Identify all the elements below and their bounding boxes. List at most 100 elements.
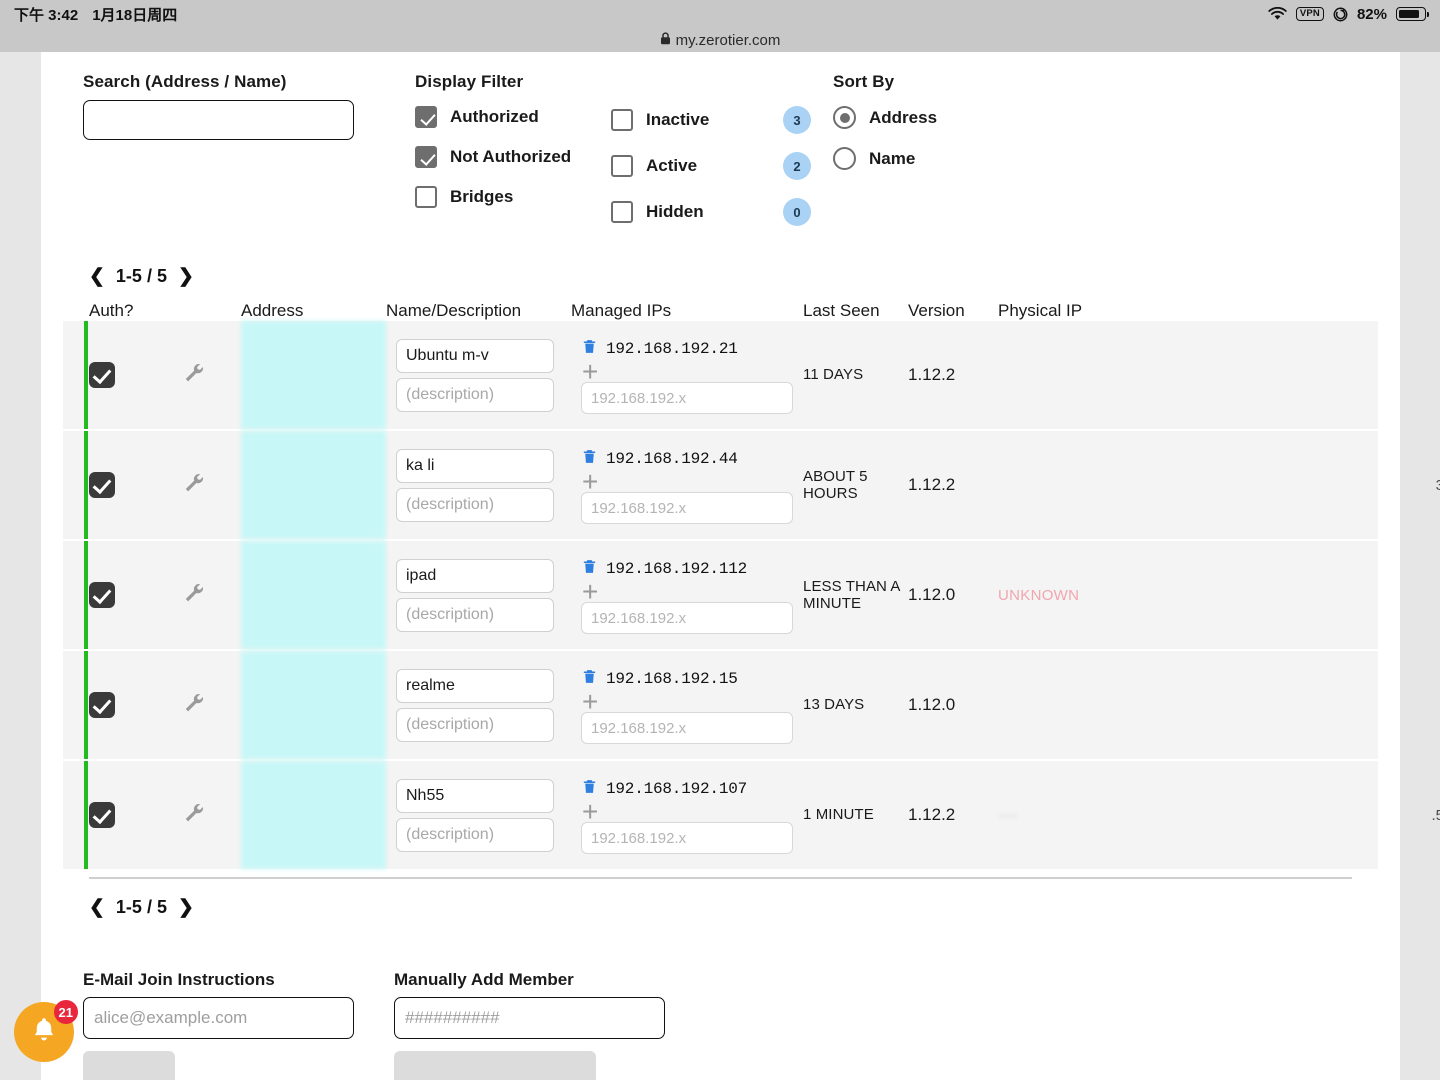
pagination-next-icon[interactable]: ❯: [178, 898, 194, 917]
pagination-next-icon[interactable]: ❯: [178, 267, 194, 286]
member-auth-cell[interactable]: [89, 692, 181, 718]
browser-url-bar[interactable]: my.zerotier.com: [0, 28, 1440, 52]
member-authorized-checkbox[interactable]: [89, 472, 115, 498]
member-auth-cell[interactable]: [89, 472, 181, 498]
bell-icon: [29, 1015, 59, 1050]
battery-icon: [1396, 7, 1430, 21]
member-description-input[interactable]: [396, 707, 554, 742]
member-actions-cell: [1118, 361, 1440, 389]
column-header-address: Address: [241, 301, 304, 320]
member-name-cell: [386, 668, 571, 742]
member-settings-cell[interactable]: [181, 361, 241, 390]
add-managed-ip-input[interactable]: [581, 712, 793, 744]
table-row[interactable]: 192.168.192.112 + LESS THAN A MINUTE 1.1…: [63, 541, 1378, 649]
wrench-icon[interactable]: [181, 471, 205, 500]
member-authorized-checkbox[interactable]: [89, 692, 115, 718]
member-authorized-checkbox[interactable]: [89, 582, 115, 608]
notification-fab[interactable]: 21: [14, 1000, 78, 1062]
member-name-input[interactable]: [396, 778, 554, 813]
member-authorized-checkbox[interactable]: [89, 362, 115, 388]
member-settings-cell[interactable]: [181, 801, 241, 830]
member-physical-ip-fragment: 3: [1435, 476, 1440, 494]
member-actions-cell: [1118, 691, 1440, 719]
pagination-prev-icon[interactable]: ❮: [89, 898, 105, 917]
member-managed-ip: 192.168.192.107: [606, 780, 748, 798]
add-managed-ip-icon[interactable]: +: [581, 468, 598, 496]
wrench-icon[interactable]: [181, 801, 205, 830]
member-name-input[interactable]: [396, 558, 554, 593]
member-description-input[interactable]: [396, 817, 554, 852]
add-managed-ip-input[interactable]: [581, 492, 793, 524]
member-last-seen-cell: 13 DAYS: [803, 696, 865, 714]
checkbox-not-authorized[interactable]: [415, 146, 437, 168]
add-managed-ip-icon[interactable]: +: [581, 578, 598, 606]
table-row[interactable]: 192.168.192.21 + 11 DAYS 1.12.2: [63, 321, 1378, 429]
member-name-input[interactable]: [396, 668, 554, 703]
member-actions-cell: [1118, 581, 1440, 609]
filters-section: Search (Address / Name) Display Filter A…: [63, 52, 1378, 226]
member-settings-cell[interactable]: [181, 471, 241, 500]
filter-inactive[interactable]: Inactive 3: [611, 106, 811, 134]
member-name-cell: [386, 338, 571, 412]
checkbox-authorized[interactable]: [415, 106, 437, 128]
column-header-auth: Auth?: [89, 301, 134, 320]
member-managed-ip: 192.168.192.21: [606, 340, 738, 358]
add-managed-ip-input[interactable]: [581, 822, 793, 854]
sort-option-name[interactable]: Name: [833, 147, 1083, 170]
member-auth-cell[interactable]: [89, 582, 181, 608]
table-row[interactable]: 192.168.192.15 + 13 DAYS 1.12.0: [63, 651, 1378, 759]
display-filter-title: Display Filter: [415, 72, 524, 91]
search-input[interactable]: [83, 100, 354, 140]
member-description-input[interactable]: [396, 377, 554, 412]
pagination-prev-icon[interactable]: ❮: [89, 267, 105, 286]
member-settings-cell[interactable]: [181, 581, 241, 610]
table-row[interactable]: 192.168.192.44 + ABOUT 5 HOURS 1.12.2 3: [63, 431, 1440, 539]
add-managed-ip-input[interactable]: [581, 382, 793, 414]
sort-option-address[interactable]: Address: [833, 106, 1083, 129]
add-managed-ip-icon[interactable]: +: [581, 798, 598, 826]
column-header-physical-ip: Physical IP: [998, 301, 1083, 320]
member-authorized-checkbox[interactable]: [89, 802, 115, 828]
radio-address[interactable]: [833, 106, 856, 129]
manual-add-input[interactable]: [394, 997, 665, 1039]
member-name-input[interactable]: [396, 338, 554, 373]
column-header-last-seen: Last Seen: [803, 301, 880, 320]
add-managed-ip-input[interactable]: [581, 602, 793, 634]
member-version-cell: 1.12.2: [908, 805, 956, 824]
wrench-icon[interactable]: [181, 691, 205, 720]
wrench-icon[interactable]: [181, 361, 205, 390]
member-description-input[interactable]: [396, 487, 554, 522]
member-managed-ips-cell: 192.168.192.21 +: [571, 336, 803, 414]
filter-hidden[interactable]: Hidden 0: [611, 198, 811, 226]
pagination-range-bottom: 1-5 / 5: [115, 897, 167, 917]
filter-authorized[interactable]: Authorized: [415, 106, 611, 128]
column-header-version: Version: [908, 301, 965, 320]
radio-name[interactable]: [833, 147, 856, 170]
manual-add-submit-button[interactable]: [394, 1051, 596, 1080]
table-row[interactable]: 192.168.192.107 + 1 MINUTE 1.12.2 ····: [63, 761, 1440, 869]
filter-not-authorized[interactable]: Not Authorized: [415, 146, 611, 168]
email-join-input[interactable]: [83, 997, 354, 1039]
checkbox-bridges[interactable]: [415, 186, 437, 208]
member-actions-cell: 3: [1118, 471, 1440, 499]
member-physical-ip-unknown: UNKNOWN: [998, 586, 1080, 604]
member-settings-cell[interactable]: [181, 691, 241, 720]
member-last-seen-cell: 1 MINUTE: [803, 806, 874, 824]
email-join-submit-button[interactable]: [83, 1051, 175, 1080]
checkbox-active[interactable]: [611, 155, 633, 177]
add-managed-ip-icon[interactable]: +: [581, 688, 598, 716]
member-description-input[interactable]: [396, 597, 554, 632]
checkbox-inactive[interactable]: [611, 109, 633, 131]
add-managed-ip-icon[interactable]: +: [581, 358, 598, 386]
filter-active[interactable]: Active 2: [611, 152, 811, 180]
filter-bridges[interactable]: Bridges: [415, 186, 611, 208]
column-header-name: Name/Description: [386, 301, 522, 320]
member-managed-ips-cell: 192.168.192.15 +: [571, 666, 803, 744]
manual-add-label: Manually Add Member: [394, 970, 574, 989]
checkbox-hidden[interactable]: [611, 201, 633, 223]
wrench-icon[interactable]: [181, 581, 205, 610]
member-auth-cell[interactable]: [89, 362, 181, 388]
member-name-input[interactable]: [396, 448, 554, 483]
member-physical-ip-fragment: .5: [1431, 806, 1440, 824]
member-auth-cell[interactable]: [89, 802, 181, 828]
